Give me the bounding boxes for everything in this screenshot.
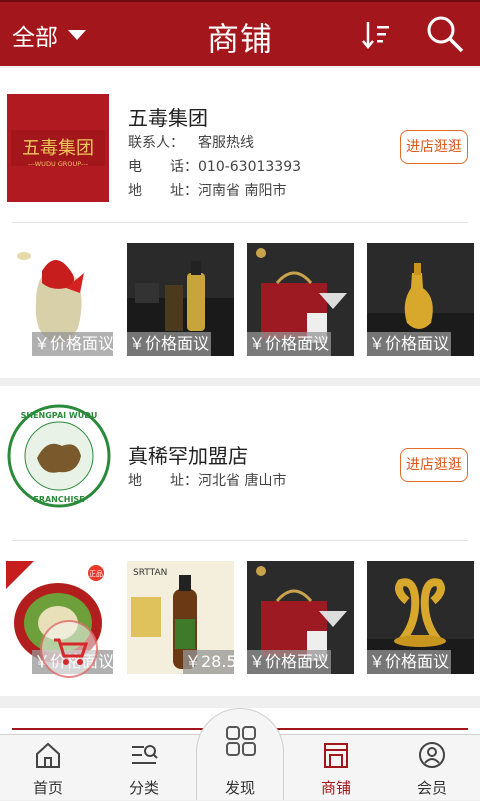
tab-discover[interactable]: 发现	[196, 708, 284, 800]
logo-subtext: ---WUDU GROUP---	[28, 160, 89, 168]
discover-icon	[226, 726, 256, 756]
search-icon[interactable]	[425, 14, 465, 54]
address-label: 地 址：	[128, 183, 198, 199]
address-label: 地 址：	[128, 473, 198, 489]
product-price: ￥价格面议	[247, 332, 332, 356]
product-row: ￥价格面议 ￥价格面议 ￥价格面议 ￥价格面议	[0, 223, 480, 378]
address-row: 地 址：河北省 唐山市	[128, 470, 286, 490]
tab-label: 首页	[32, 779, 63, 797]
enter-shop-button[interactable]: 进店逛逛	[400, 448, 468, 482]
product-price: ￥价格面议	[247, 650, 332, 674]
product-price: ￥28.5	[183, 650, 234, 674]
shop-header[interactable]: SHENGPAI WUDU FRANCHISE 真稀罕加盟店 地 址：河北省 唐…	[7, 386, 468, 541]
shop-name[interactable]: 真稀罕加盟店	[128, 440, 248, 469]
product-thumb[interactable]: ￥价格面议	[247, 243, 354, 356]
tab-label: 会员	[416, 779, 447, 797]
shop-logo-wudu[interactable]: 五毒集团 ---WUDU GROUP---	[7, 94, 109, 202]
product-thumb[interactable]: ￥价格面议	[367, 561, 474, 674]
home-icon	[36, 742, 60, 768]
logo-subtext: FRANCHISE	[33, 495, 84, 504]
shop-card[interactable]: 五毒集团 ---WUDU GROUP--- 五毒集团 联系人： 客服热线 电 话：…	[0, 68, 480, 378]
tab-label: 分类	[128, 779, 159, 797]
phone-row: 电 话：010-63013393	[128, 156, 301, 176]
address-row: 地 址：河南省 南阳市	[128, 180, 286, 200]
product-badge: 正品	[89, 570, 103, 578]
address-value: 河北省 唐山市	[198, 473, 287, 489]
product-price: ￥价格面议	[32, 332, 113, 356]
product-price: ￥价格面议	[127, 332, 212, 356]
phone-value[interactable]: 010-63013393	[198, 159, 301, 175]
category-filter-dropdown[interactable]: 全部	[12, 18, 86, 52]
tab-label: 商铺	[320, 779, 351, 797]
cart-icon	[54, 638, 89, 665]
product-brand: SRTTAN	[133, 568, 167, 578]
address-value: 河南省 南阳市	[198, 183, 287, 199]
enter-shop-button[interactable]: 进店逛逛	[400, 130, 468, 164]
product-thumb[interactable]: ￥价格面议	[247, 561, 354, 674]
shop-logo-franchise[interactable]: SHENGPAI WUDU FRANCHISE	[7, 398, 111, 514]
tab-member[interactable]: 会员	[384, 735, 480, 801]
contact-value: 客服热线	[198, 135, 254, 151]
tab-label: 发现	[224, 779, 255, 797]
product-thumb[interactable]: ￥价格面议	[6, 243, 113, 356]
top-bar: 全部 商铺	[0, 0, 480, 66]
member-icon	[419, 742, 445, 768]
filter-label: 全部	[12, 25, 58, 51]
floating-cart-button[interactable]	[40, 620, 98, 678]
sort-icon[interactable]	[360, 18, 392, 52]
contact-row: 联系人： 客服热线	[128, 132, 254, 152]
product-price: ￥价格面议	[367, 650, 452, 674]
dropdown-triangle-icon	[68, 30, 86, 40]
logo-text: 五毒集团	[22, 138, 94, 159]
shop-header[interactable]: 五毒集团 ---WUDU GROUP--- 五毒集团 联系人： 客服热线 电 话：…	[7, 68, 468, 223]
shop-name[interactable]: 五毒集团	[128, 102, 208, 131]
tab-shop[interactable]: 商铺	[288, 735, 384, 801]
tab-home[interactable]: 首页	[0, 735, 96, 801]
contact-label: 联系人：	[128, 135, 184, 151]
logo-text: SHENGPAI WUDU	[21, 411, 98, 420]
product-thumb[interactable]: SRTTAN ￥28.5	[127, 561, 234, 674]
phone-label: 电 话：	[128, 159, 198, 175]
product-thumb[interactable]: ￥价格面议	[367, 243, 474, 356]
shop-icon	[324, 743, 348, 768]
product-thumb[interactable]: ￥价格面议	[127, 243, 234, 356]
product-price: ￥价格面议	[367, 332, 452, 356]
tab-category[interactable]: 分类	[96, 735, 192, 801]
category-icon	[132, 745, 158, 764]
